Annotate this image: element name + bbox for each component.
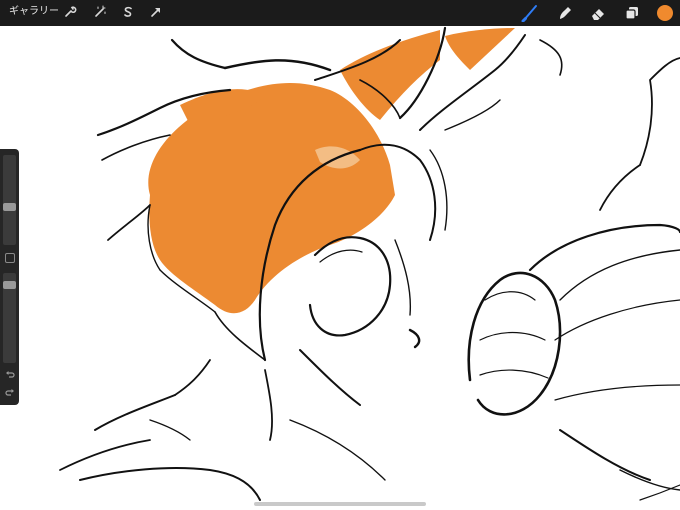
wrench-icon[interactable] (62, 4, 78, 20)
home-indicator (254, 502, 426, 506)
modify-square-icon[interactable] (5, 253, 15, 263)
drawing-canvas[interactable] (0, 26, 680, 510)
brush-size-slider[interactable] (3, 155, 16, 245)
top-toolbar: ギャラリー (0, 0, 680, 26)
eraser-icon[interactable] (588, 3, 608, 23)
opacity-slider[interactable] (3, 273, 16, 363)
color-picker-button[interactable] (657, 5, 673, 21)
ear-paint-fill-right (445, 28, 515, 70)
transform-arrow-icon[interactable] (148, 4, 164, 20)
layers-icon[interactable] (622, 3, 642, 23)
brush-icon[interactable] (520, 3, 540, 23)
opacity-thumb[interactable] (3, 281, 16, 289)
hair-paint-fill (148, 83, 395, 314)
magic-wand-icon[interactable] (92, 4, 108, 20)
brush-sidebar (0, 149, 19, 405)
selection-s-icon[interactable] (120, 4, 136, 20)
smudge-icon[interactable] (555, 3, 575, 23)
ear-paint-fill (340, 30, 440, 120)
sketch-artwork (59, 26, 680, 501)
gallery-button[interactable]: ギャラリー (9, 5, 59, 19)
brush-size-thumb[interactable] (3, 203, 16, 211)
redo-icon[interactable] (4, 387, 15, 398)
undo-icon[interactable] (4, 369, 15, 380)
